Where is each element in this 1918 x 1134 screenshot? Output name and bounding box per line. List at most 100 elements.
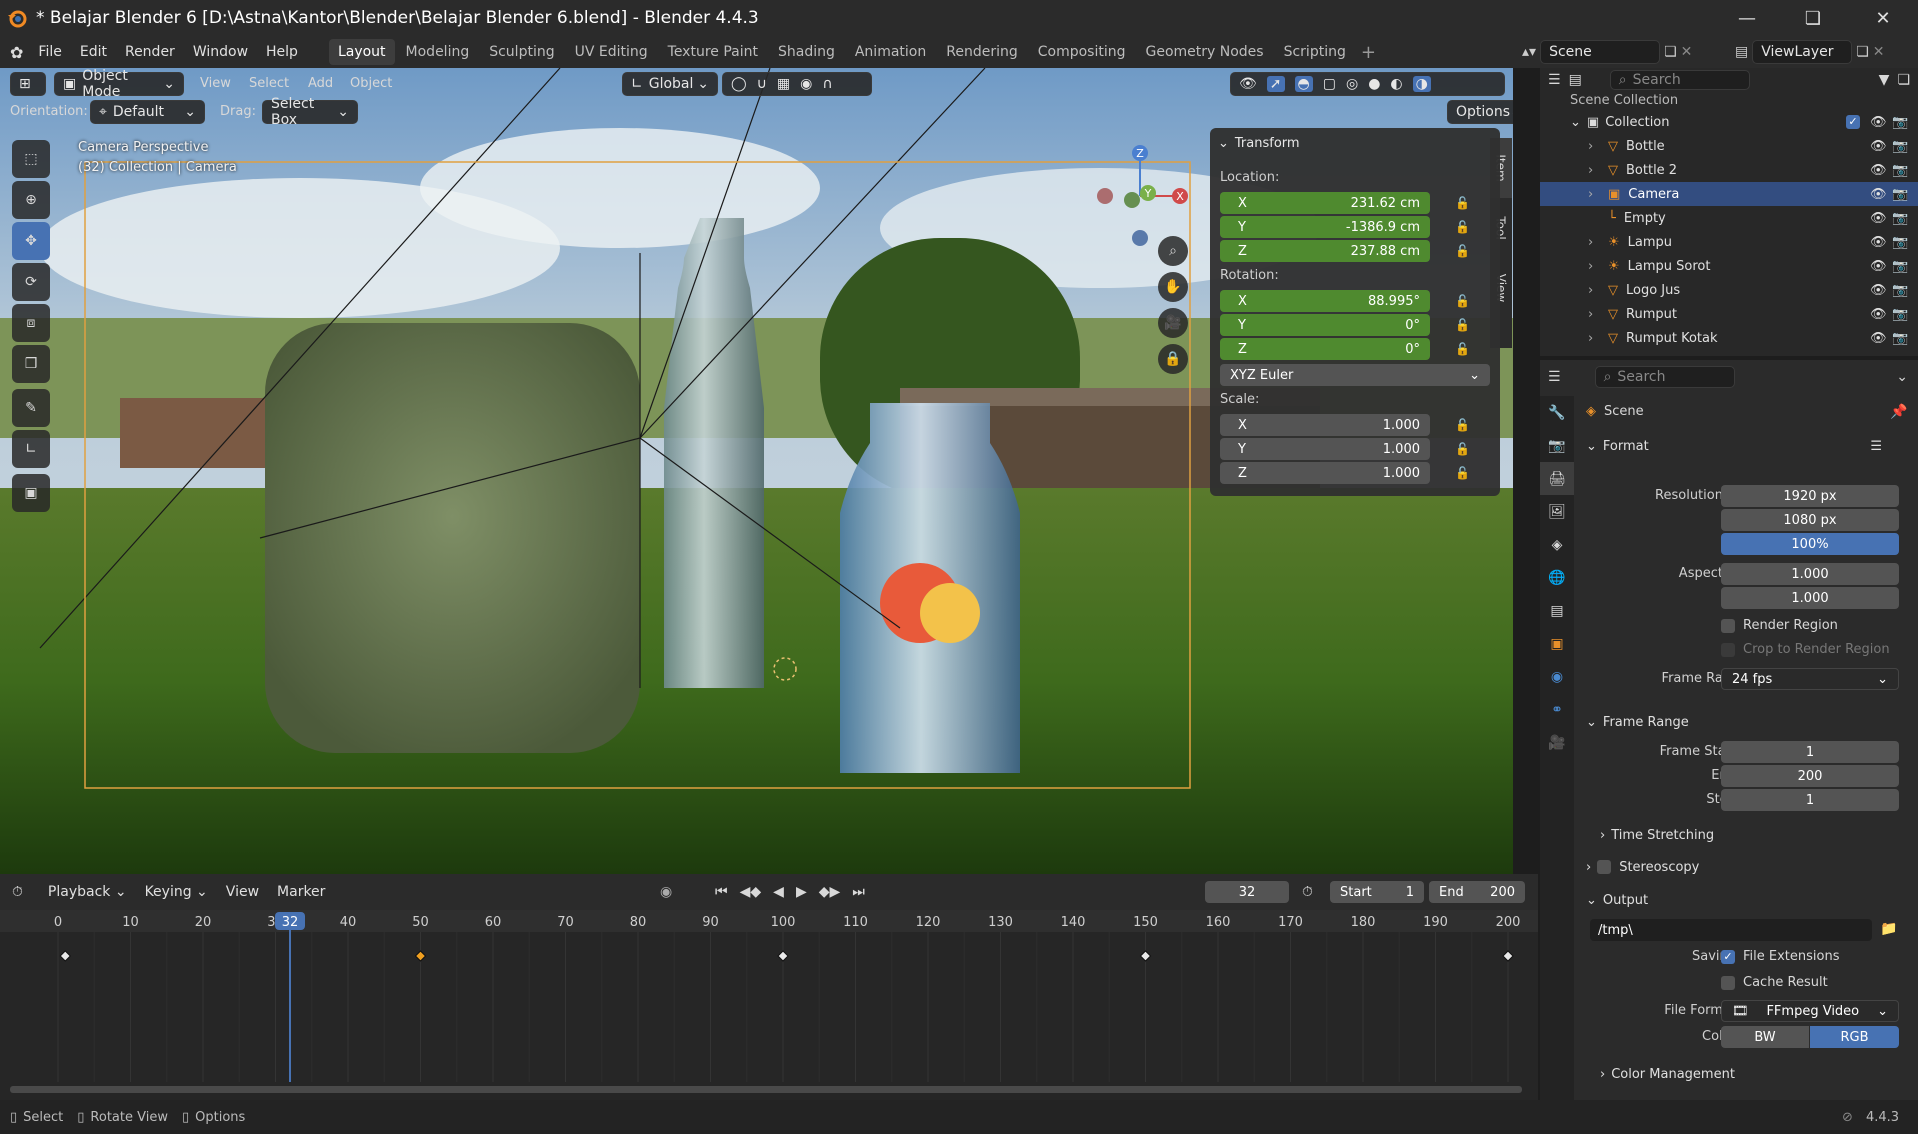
chevron-right-icon[interactable]: ›	[1588, 331, 1602, 346]
render-camera-icon[interactable]: 📷	[1892, 235, 1908, 250]
render-camera-icon[interactable]: 📷	[1892, 115, 1908, 130]
timeline-scrollbar[interactable]	[10, 1086, 1522, 1093]
menu-window[interactable]: Window	[184, 44, 257, 60]
lock-icon[interactable]: 🔓	[1455, 442, 1471, 456]
pan-hand-icon[interactable]: ✋	[1158, 272, 1188, 302]
output-tab-icon[interactable]: 🖨	[1540, 462, 1574, 495]
tab-modeling[interactable]: Modeling	[397, 39, 479, 65]
annotate-tool-icon[interactable]: ✎	[12, 389, 50, 427]
next-keyframe-icon[interactable]: ◆▶	[819, 884, 841, 900]
frame-step-field[interactable]: 1	[1721, 789, 1899, 811]
stereoscopy-panel-header[interactable]: › Stereoscopy	[1586, 854, 1906, 880]
output-path-input[interactable]: /tmp\	[1590, 919, 1872, 941]
location-y-field[interactable]: Y -1386.9 cm	[1220, 216, 1430, 238]
visibility-eye-icon[interactable]: 👁	[1870, 283, 1887, 298]
camera-view-icon[interactable]: 🎥	[1158, 308, 1188, 338]
chevron-down-icon[interactable]: ⌄	[1896, 369, 1908, 385]
pin-icon[interactable]: 📌	[1890, 404, 1907, 420]
render-camera-icon[interactable]: 📷	[1892, 259, 1908, 274]
timeline-start-field[interactable]: Start 1	[1330, 881, 1424, 903]
cache-result-checkbox[interactable]: Cache Result	[1721, 975, 1828, 990]
tab-scripting[interactable]: Scripting	[1275, 39, 1355, 65]
auto-keying-icon[interactable]: ◉	[660, 884, 672, 900]
rotation-mode-dropdown[interactable]: XYZ Euler ⌄	[1220, 364, 1490, 386]
delete-viewlayer-icon[interactable]: ✕	[1873, 44, 1885, 60]
include-checkbox[interactable]: ✓	[1846, 115, 1860, 129]
mode-selector[interactable]: ▣ Object Mode ⌄	[54, 68, 184, 100]
aspect-y-field[interactable]: 1.000	[1721, 587, 1899, 609]
menu-view[interactable]: View	[200, 76, 231, 91]
crop-region-checkbox[interactable]: Crop to Render Region	[1721, 642, 1890, 657]
overlay-toggle-icon[interactable]: ◓	[1294, 76, 1313, 92]
tab-uv-editing[interactable]: UV Editing	[566, 39, 657, 65]
file-extensions-checkbox[interactable]: ✓ File Extensions	[1721, 949, 1839, 964]
rotation-x-field[interactable]: X 88.995°	[1220, 290, 1430, 312]
scene-name-field[interactable]: Scene	[1540, 40, 1661, 64]
outliner-item[interactable]: └ Empty 👁 📷	[1540, 206, 1918, 230]
scale-x-field[interactable]: X 1.000	[1220, 414, 1430, 436]
transform-tool-icon[interactable]: ❒	[12, 345, 50, 383]
transform-orientation-selector[interactable]: ∟ Global ⌄	[622, 72, 718, 96]
scene-tab-icon[interactable]: ◈	[1540, 528, 1574, 561]
menu-add[interactable]: Add	[308, 76, 333, 91]
zoom-icon[interactable]: ⌕	[1158, 236, 1188, 266]
format-panel-header[interactable]: ⌄ Format ☰	[1586, 433, 1906, 459]
lock-camera-icon[interactable]: 🔒	[1158, 344, 1188, 374]
delete-scene-icon[interactable]: ✕	[1681, 44, 1693, 60]
visibility-eye-icon[interactable]: 👁	[1870, 115, 1887, 130]
current-frame-field[interactable]: 32	[1205, 881, 1289, 903]
outliner-item[interactable]: › ▽ Logo Jus 👁 📷	[1540, 278, 1918, 302]
folder-icon[interactable]: 📁	[1880, 921, 1897, 937]
lock-icon[interactable]: 🔓	[1455, 418, 1471, 432]
navigation-gizmo[interactable]: Z Y X	[1085, 138, 1195, 248]
scale-y-field[interactable]: Y 1.000	[1220, 438, 1430, 460]
menu-select[interactable]: Select	[249, 76, 289, 91]
material-shading-icon[interactable]: ◐	[1390, 76, 1402, 92]
outliner-item[interactable]: › ☀ Lampu 👁 📷	[1540, 230, 1918, 254]
tab-sculpting[interactable]: Sculpting	[480, 39, 563, 65]
tab-shading[interactable]: Shading	[769, 39, 844, 65]
chevron-right-icon[interactable]: ›	[1588, 259, 1602, 274]
chevron-right-icon[interactable]: ›	[1588, 139, 1602, 154]
drag-dropdown[interactable]: Select Box ⌄	[262, 96, 358, 128]
scale-z-field[interactable]: Z 1.000	[1220, 462, 1430, 484]
menu-marker[interactable]: Marker	[268, 884, 334, 900]
render-tab-icon[interactable]: 📷	[1540, 429, 1574, 462]
tab-compositing[interactable]: Compositing	[1029, 39, 1135, 65]
rotate-tool-icon[interactable]: ⟳	[12, 263, 50, 301]
location-x-field[interactable]: X 231.62 cm	[1220, 192, 1430, 214]
lock-icon[interactable]: 🔓	[1455, 244, 1471, 258]
transform-header[interactable]: ⌄ Transform	[1210, 128, 1500, 158]
menu-file[interactable]: File	[29, 44, 70, 60]
collection-tab-icon[interactable]: ▤	[1540, 594, 1574, 627]
collection-row[interactable]: ⌄ ▣ Collection ✓ 👁 📷	[1540, 110, 1918, 134]
play-reverse-icon[interactable]: ◀	[773, 884, 784, 900]
resolution-percent-slider[interactable]: 100%	[1721, 533, 1899, 555]
lock-icon[interactable]: 🔓	[1455, 342, 1471, 356]
chevron-right-icon[interactable]: ›	[1588, 187, 1602, 202]
properties-editor-icon[interactable]: ☰	[1548, 369, 1561, 385]
magnet-icon[interactable]: ∪	[757, 76, 767, 92]
lock-icon[interactable]: 🔓	[1455, 294, 1471, 308]
stereoscopy-checkbox[interactable]	[1597, 860, 1612, 874]
frame-start-field[interactable]: 1	[1721, 741, 1899, 763]
jump-end-icon[interactable]: ⏭	[852, 884, 865, 900]
tab-rendering[interactable]: Rendering	[937, 39, 1027, 65]
menu-help[interactable]: Help	[257, 44, 307, 60]
timeline-area[interactable]: 0102030405060708090100110120130140150160…	[0, 910, 1538, 1100]
properties-search-input[interactable]: ⌕ Search	[1594, 366, 1735, 388]
filter-icon[interactable]: ▼	[1879, 72, 1890, 88]
falloff-icon[interactable]: ∩	[822, 76, 832, 92]
file-format-dropdown[interactable]: 🎞 FFmpeg Video ⌄	[1721, 1000, 1899, 1022]
close-window-button[interactable]: ✕	[1853, 0, 1913, 36]
visibility-eye-icon[interactable]: 👁	[1870, 163, 1887, 178]
maximize-button[interactable]: ❏	[1783, 0, 1843, 36]
render-camera-icon[interactable]: 📷	[1892, 283, 1908, 298]
chevron-right-icon[interactable]: ›	[1588, 235, 1602, 250]
add-cube-tool-icon[interactable]: ▣	[12, 474, 50, 512]
minimize-button[interactable]: —	[1717, 0, 1777, 36]
lock-icon[interactable]: 🔓	[1455, 466, 1471, 480]
timeline-end-field[interactable]: End 200	[1429, 881, 1525, 903]
world-tab-icon[interactable]: 🌐	[1540, 561, 1574, 594]
rotation-y-field[interactable]: Y 0°	[1220, 314, 1430, 336]
